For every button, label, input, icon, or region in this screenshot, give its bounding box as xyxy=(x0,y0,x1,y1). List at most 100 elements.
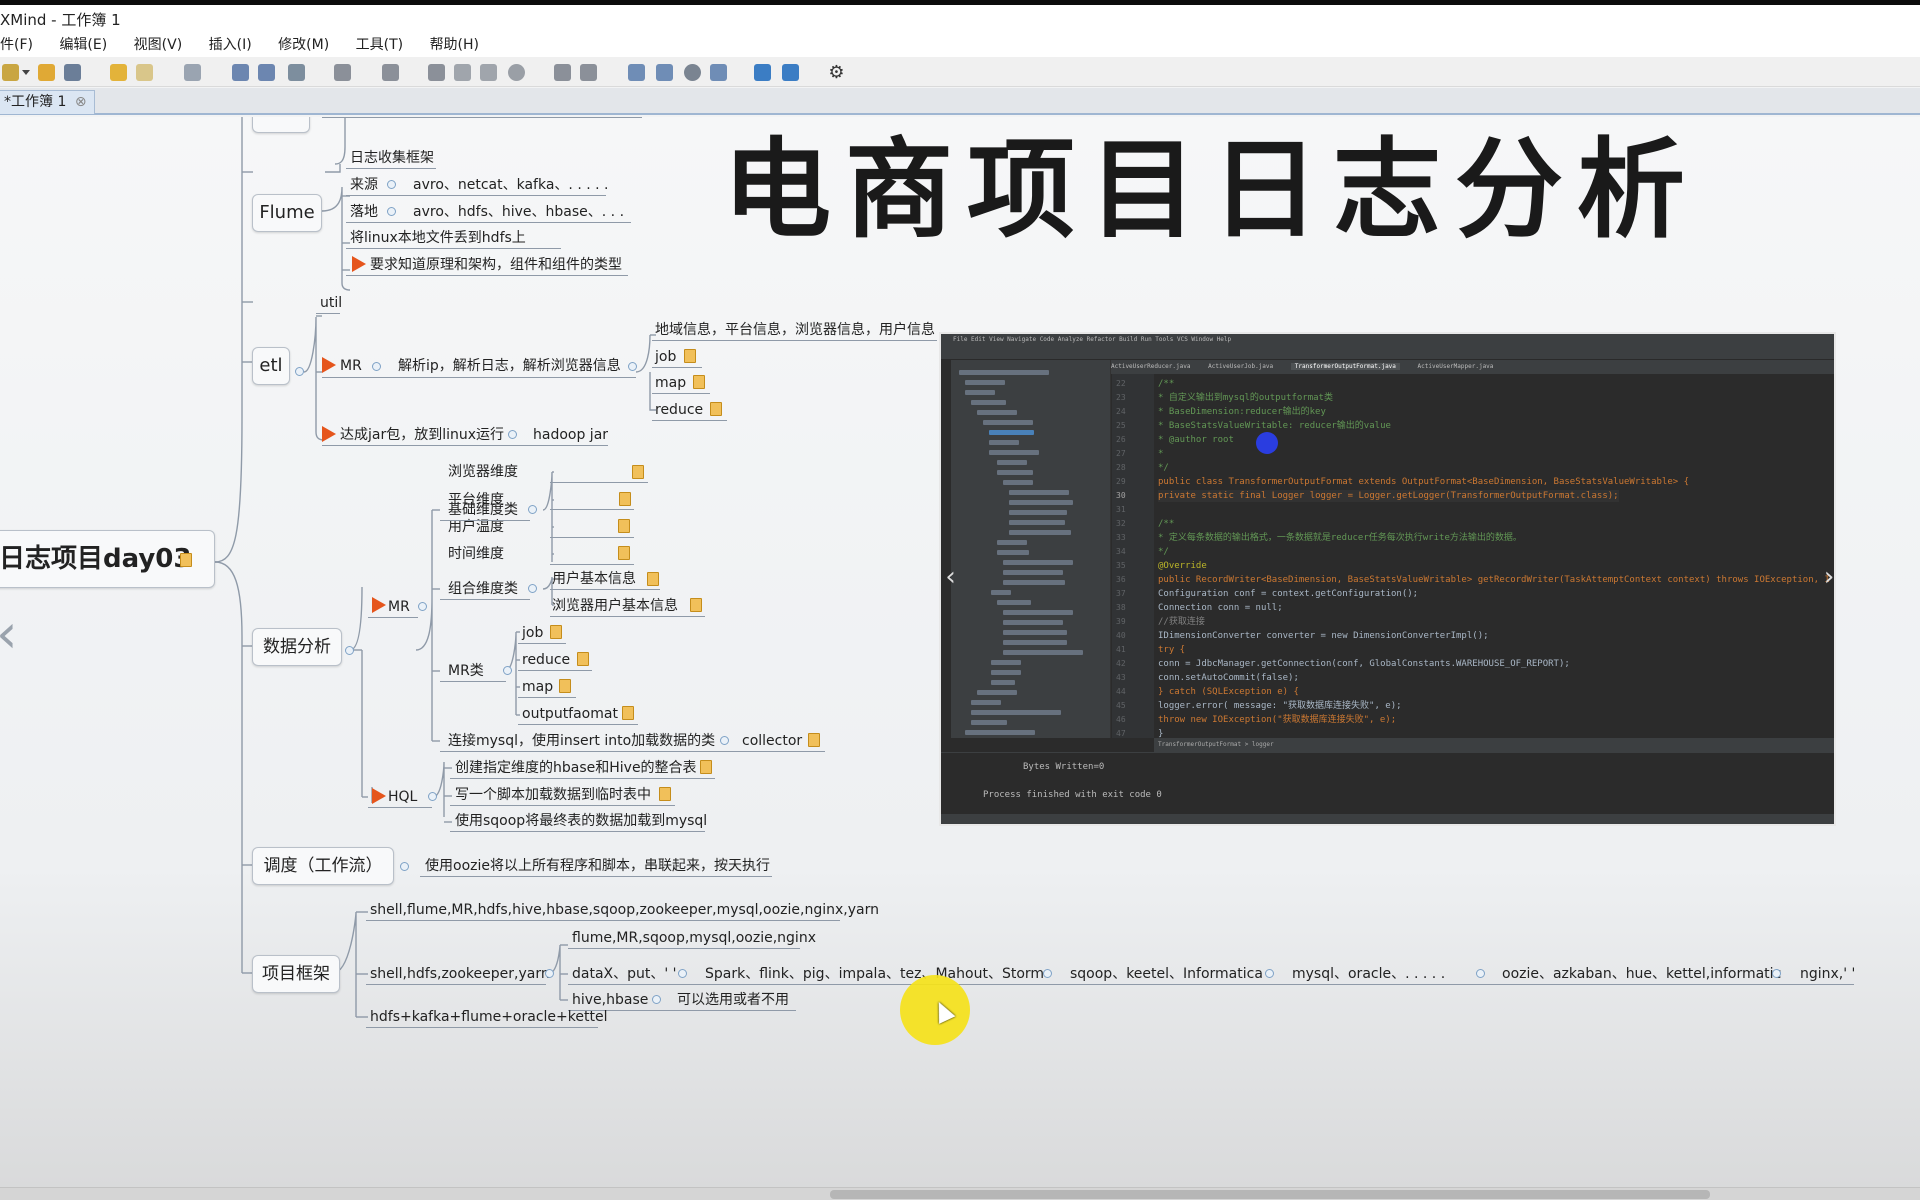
relationship-icon[interactable] xyxy=(288,64,305,81)
audio-icon[interactable] xyxy=(508,64,525,81)
gantt-icon[interactable] xyxy=(684,64,701,81)
menu-view[interactable]: 视图(V) xyxy=(134,33,183,57)
collapse-dot-icon[interactable] xyxy=(387,207,396,216)
flume-item-collect[interactable]: 日志收集框架 xyxy=(350,148,434,168)
insert-topic-icon[interactable] xyxy=(184,64,201,81)
etl-job[interactable]: job xyxy=(655,347,676,367)
dim-user-basic[interactable]: 用户基本信息 xyxy=(552,569,636,589)
topic-flume[interactable]: Flume xyxy=(252,194,322,232)
new-workbook-icon[interactable] xyxy=(2,64,19,81)
ide-tab[interactable]: ActiveUserMapper.java xyxy=(1418,363,1494,370)
schedule-desc[interactable]: 使用oozie将以上所有程序和脚本，串联起来，按天执行 xyxy=(425,856,770,876)
tab-workbook-1[interactable]: *工作簿 1 ⊗ xyxy=(0,90,95,114)
etl-info[interactable]: 地域信息，平台信息，浏览器信息，用户信息 xyxy=(655,320,935,340)
collapse-dot-icon[interactable] xyxy=(295,367,304,376)
framework-line-2[interactable]: shell,hdfs,zookeeper,yarn xyxy=(370,964,550,984)
hql-create-table[interactable]: 创建指定维度的hbase和Hive的整合表 xyxy=(455,758,697,778)
redo-icon[interactable] xyxy=(136,64,153,81)
topic-project-framework[interactable]: 项目框架 xyxy=(252,955,340,993)
etl-jar[interactable]: 达成jar包，放到linux运行 xyxy=(340,425,504,445)
note-icon[interactable] xyxy=(632,465,644,479)
collapse-dot-icon[interactable] xyxy=(1772,969,1781,978)
note-icon[interactable] xyxy=(700,760,712,774)
gear-icon[interactable]: ⚙ xyxy=(828,64,845,82)
marker-flag-icon[interactable] xyxy=(334,64,351,81)
save-icon[interactable] xyxy=(64,64,81,81)
collapse-dot-icon[interactable] xyxy=(418,602,427,611)
etl-reduce[interactable]: reduce xyxy=(655,400,703,420)
note-icon[interactable] xyxy=(659,787,671,801)
collapse-dot-icon[interactable] xyxy=(372,362,381,371)
etl-util[interactable]: util xyxy=(320,293,342,313)
note-icon[interactable] xyxy=(559,679,571,693)
dim-browser-user-basic[interactable]: 浏览器用户基本信息 xyxy=(552,596,678,616)
collapse-dot-icon[interactable] xyxy=(1265,969,1274,978)
collapse-dot-icon[interactable] xyxy=(345,646,354,655)
collapse-dot-icon[interactable] xyxy=(1476,969,1485,978)
note-icon[interactable] xyxy=(684,349,696,363)
collapse-dot-icon[interactable] xyxy=(528,505,537,514)
framework-data-tools[interactable]: dataX、put、' ' xyxy=(572,964,677,984)
menu-insert[interactable]: 插入(I) xyxy=(209,33,252,57)
collapse-dot-icon[interactable] xyxy=(1043,969,1052,978)
framework-optional-note[interactable]: 可以选用或者不用 xyxy=(677,990,789,1010)
drill-down-icon[interactable] xyxy=(554,64,571,81)
open-folder-icon[interactable] xyxy=(38,64,55,81)
share-icon[interactable] xyxy=(782,64,799,81)
collapse-dot-icon[interactable] xyxy=(503,666,512,675)
label-icon[interactable] xyxy=(454,64,471,81)
note-icon[interactable] xyxy=(690,598,702,612)
framework-compute[interactable]: Spark、flink、pig、impala、tez、Mahout、Storm xyxy=(705,964,1044,984)
menu-edit[interactable]: 编辑(E) xyxy=(59,33,107,57)
framework-line-1[interactable]: shell,flume,MR,hdfs,hive,hbase,sqoop,zoo… xyxy=(370,900,879,920)
note-icon[interactable] xyxy=(180,553,192,567)
flume-sink-values[interactable]: avro、hdfs、hive、hbase、. . . xyxy=(413,202,624,222)
collapse-dot-icon[interactable] xyxy=(428,792,437,801)
combo-dim-class[interactable]: 组合维度类 xyxy=(448,579,518,599)
topic-prev[interactable] xyxy=(252,117,310,133)
note-icon[interactable] xyxy=(693,375,705,389)
subtopic-icon[interactable] xyxy=(232,64,249,81)
note-icon[interactable] xyxy=(647,572,659,586)
collapse-dot-icon[interactable] xyxy=(400,862,409,871)
attachment-icon[interactable] xyxy=(428,64,445,81)
previous-arrow-icon[interactable]: ‹ xyxy=(0,607,18,661)
collapse-dot-icon[interactable] xyxy=(720,736,729,745)
analysis-mr[interactable]: MR xyxy=(388,597,410,617)
upload-cloud-icon[interactable] xyxy=(754,64,771,81)
menu-modify[interactable]: 修改(M) xyxy=(278,33,329,57)
topic-data-analysis[interactable]: 数据分析 xyxy=(252,628,342,666)
framework-web[interactable]: nginx,' ' xyxy=(1800,964,1855,984)
ide-tab-active[interactable]: TransformerOutputFormat.java xyxy=(1290,363,1400,370)
flume-item-principle[interactable]: 要求知道原理和架构，组件和组件的类型 xyxy=(370,255,622,275)
dim-browser[interactable]: 浏览器维度 xyxy=(448,462,518,482)
hql-load-temp[interactable]: 写一个脚本加载数据到临时表中 xyxy=(455,785,651,805)
framework-scheduler[interactable]: oozie、azkaban、hue、kettel,informatic xyxy=(1502,964,1781,984)
mr-outputformat[interactable]: outputfaomat xyxy=(522,704,618,724)
framework-line-3[interactable]: hdfs+kafka+flume+oracle+kettel xyxy=(370,1007,607,1027)
hql-sqoop-mysql[interactable]: 使用sqoop将最终表的数据加载到mysql xyxy=(455,811,707,831)
etl-mr-desc[interactable]: 解析ip，解析日志，解析浏览器信息 xyxy=(398,356,621,376)
mysql-load-class[interactable]: 连接mysql，使用insert into加载数据的类 xyxy=(448,731,715,751)
collapse-dot-icon[interactable] xyxy=(387,180,396,189)
collapse-dot-icon[interactable] xyxy=(545,969,554,978)
framework-db[interactable]: mysql、oracle、. . . . . xyxy=(1292,964,1445,984)
notes-icon[interactable] xyxy=(480,64,497,81)
scrollbar-thumb[interactable] xyxy=(830,1190,1710,1199)
undo-icon[interactable] xyxy=(110,64,127,81)
collapse-dot-icon[interactable] xyxy=(652,995,661,1004)
close-icon[interactable]: ⊗ xyxy=(75,94,87,110)
horizontal-scrollbar[interactable] xyxy=(0,1187,1920,1200)
analysis-hql[interactable]: HQL xyxy=(388,787,417,807)
note-icon[interactable] xyxy=(619,492,631,506)
previous-arrow-icon[interactable]: ‹ xyxy=(943,564,959,590)
outline-view-icon[interactable] xyxy=(628,64,645,81)
drill-up-icon[interactable] xyxy=(580,64,597,81)
etl-mr[interactable]: MR xyxy=(340,356,362,376)
collector[interactable]: collector xyxy=(742,731,802,751)
dropdown-arrow-icon[interactable] xyxy=(22,70,30,75)
mr-job[interactable]: job xyxy=(522,623,543,643)
mr-map[interactable]: map xyxy=(522,677,553,697)
ide-code-editor[interactable]: /** * 自定义输出到mysql的outputformat类 * BaseDi… xyxy=(1154,374,1830,739)
next-arrow-icon[interactable]: › xyxy=(1821,564,1834,590)
